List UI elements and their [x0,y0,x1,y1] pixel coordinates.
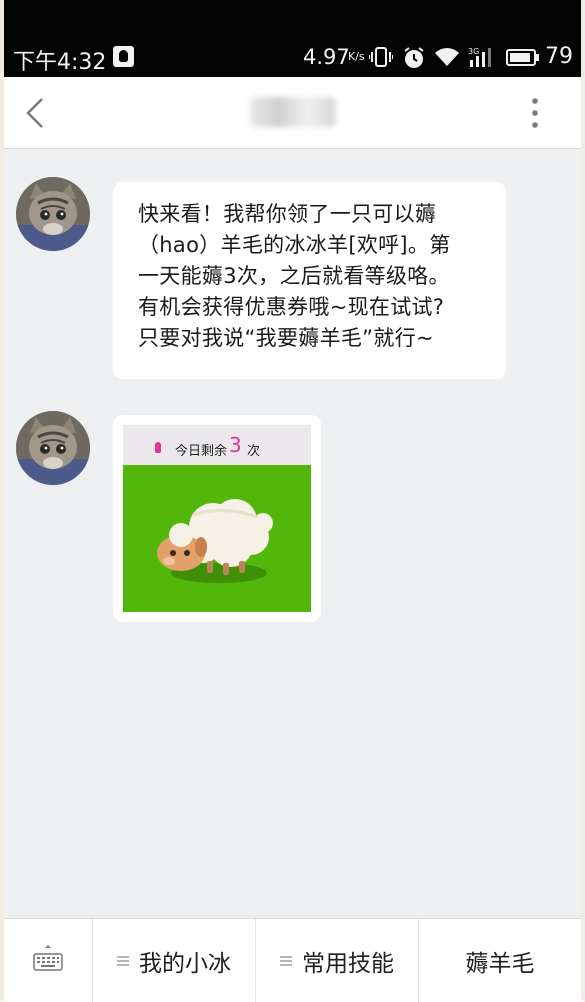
alarm-icon [402,46,426,74]
message-bubble-text[interactable]: 快来看！我帮你领了一只可以薅 （hao）羊毛的冰冰羊[欢呼]。第 一天能薅3次，… [113,182,506,379]
svg-text:3G: 3G [468,47,479,56]
keyboard-icon [32,942,64,980]
menu-lines-icon [280,955,292,966]
signal-3g-icon: 3G [468,46,496,72]
remaining-count-bar: 今日剩余 3 次 [123,425,311,465]
remaining-label: 今日剩余 [175,444,228,459]
bottom-menu-bar: 我的小冰 常用技能 薅羊毛 [4,918,581,1002]
network-speed-value: 4.97 [303,45,350,69]
status-bar: 下午4:32 4.97 K/s 3G 79 [0,0,585,77]
sheep-icon [157,499,273,583]
menu-label: 薅羊毛 [465,950,535,977]
chat-header [4,77,581,149]
kitten-avatar[interactable] [16,411,90,485]
chat-area[interactable]: 快来看！我帮你领了一只可以薅 （hao）羊毛的冰冰羊[欢呼]。第 一天能薅3次，… [4,149,581,918]
qq-notification-icon [113,46,134,67]
message-line: 有机会获得优惠券哦~现在试试? [138,295,445,319]
menu-shear-sheep[interactable]: 薅羊毛 [418,919,581,1002]
message-bubble-card[interactable]: 今日剩余 3 次 [113,415,321,622]
popsicle-icon [155,442,161,453]
message-line: 快来看！我帮你领了一只可以薅 [138,202,437,226]
chevron-left-icon[interactable] [24,97,46,133]
message-line: 一天能薅3次，之后就看等级咯。 [138,264,450,288]
battery-percentage: 79 [545,44,573,69]
remaining-count: 3 [229,433,242,457]
status-time: 下午4:32 [13,50,107,75]
message-line: （hao）羊毛的冰冰羊[欢呼]。第 [138,233,451,257]
menu-my-xiaobing[interactable]: 我的小冰 [92,919,255,1002]
battery-icon [506,46,540,72]
menu-label: 常用技能 [302,950,394,977]
menu-label: 我的小冰 [139,950,231,977]
network-speed-unit: K/s [348,50,365,63]
kitten-avatar[interactable] [16,177,90,251]
message-line: 只要对我说“我要薅羊毛”就行~ [138,326,434,350]
vertical-dots-icon[interactable] [529,97,541,133]
remaining-unit: 次 [247,444,261,459]
keyboard-toggle-button[interactable] [4,919,92,1002]
menu-lines-icon [117,955,129,966]
menu-common-skills[interactable]: 常用技能 [255,919,418,1002]
vibrate-icon [368,46,394,72]
contact-name-blurred [250,97,336,127]
sheep-game-card[interactable]: 今日剩余 3 次 [123,425,311,612]
wifi-icon [434,46,460,72]
